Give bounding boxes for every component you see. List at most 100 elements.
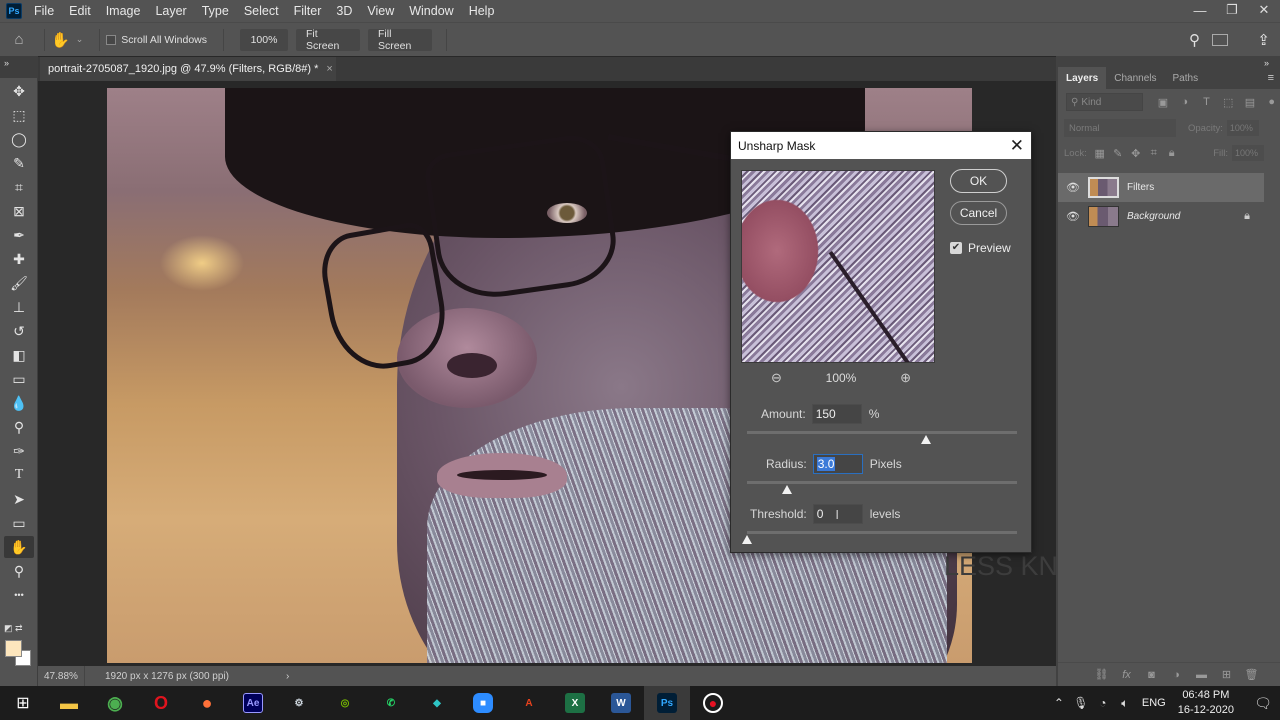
wifi-icon[interactable]: ◔ [1092, 696, 1114, 710]
type-filter-icon[interactable]: T [1198, 96, 1215, 108]
taskbar-after-effects[interactable]: Ae [230, 686, 276, 720]
taskbar-chrome[interactable]: ◉ [92, 686, 138, 720]
tool-more[interactable]: ••• [4, 584, 34, 606]
clock[interactable]: 06:48 PM 16-12-2020 [1178, 688, 1234, 718]
menu-file[interactable]: File [34, 4, 54, 18]
lock-artboard-icon[interactable]: ⌗ [1145, 147, 1163, 160]
hand-tool-preset[interactable]: ✋ ⌄ [51, 31, 83, 49]
fit-screen-button[interactable]: Fit Screen [296, 28, 361, 52]
restore-button[interactable]: ❐ [1216, 0, 1248, 20]
menu-filter[interactable]: Filter [294, 4, 322, 18]
menu-view[interactable]: View [367, 4, 394, 18]
taskbar-photoshop[interactable]: Ps [644, 686, 690, 720]
close-icon[interactable]: ✕ [1010, 136, 1024, 156]
tab-paths[interactable]: Paths [1165, 67, 1207, 89]
workspace-icon[interactable] [1212, 33, 1228, 46]
taskbar-zoom[interactable]: ■ [460, 686, 506, 720]
share-icon[interactable]: ⇪ [1257, 31, 1270, 49]
notifications-icon[interactable]: 🗨︎ [1246, 695, 1280, 712]
kind-filter-select[interactable]: ⚲ Kind [1066, 93, 1143, 111]
threshold-slider-track[interactable] [742, 531, 1017, 544]
foreground-color-swatch[interactable] [5, 640, 22, 657]
menu-help[interactable]: Help [469, 4, 495, 18]
menu-type[interactable]: Type [202, 4, 229, 18]
tool-frame[interactable]: ⊠ [4, 200, 34, 222]
fill-screen-button[interactable]: Fill Screen [368, 28, 433, 52]
tool-eraser[interactable]: ◧ [4, 344, 34, 366]
taskbar-nvidia[interactable]: ◎ [322, 686, 368, 720]
taskbar-app-settings[interactable]: ⚙ [276, 686, 322, 720]
preview-checkbox[interactable]: ✔ Preview [950, 241, 1011, 255]
lock-image-icon[interactable]: ✎ [1109, 147, 1127, 160]
pixel-filter-icon[interactable]: ▣ [1155, 96, 1172, 109]
tab-layers[interactable]: Layers [1058, 67, 1107, 89]
threshold-slider-thumb[interactable] [742, 535, 752, 544]
zoom-out-icon[interactable]: ⊖ [771, 370, 782, 386]
volume-icon[interactable]: 🔈︎ [1114, 696, 1136, 711]
tool-path-selection[interactable]: ➤ [4, 488, 34, 510]
tool-history-brush[interactable]: ↺ [4, 320, 34, 342]
blend-mode-select[interactable]: Normal [1064, 119, 1176, 137]
layer-style-icon[interactable]: fx [1114, 669, 1139, 681]
menu-edit[interactable]: Edit [69, 4, 91, 18]
close-tab-icon[interactable]: × [326, 63, 332, 75]
lock-all-icon[interactable]: 🔒︎ [1163, 147, 1181, 160]
tool-dodge[interactable]: ⚲ [4, 416, 34, 438]
tab-channels[interactable]: Channels [1106, 67, 1164, 89]
delete-layer-icon[interactable]: 🗑︎ [1239, 668, 1264, 681]
menu-select[interactable]: Select [244, 4, 279, 18]
amount-input[interactable]: 150 [811, 404, 862, 424]
taskbar-excel[interactable]: X [552, 686, 598, 720]
show-hidden-icons[interactable]: ⌃ [1048, 696, 1070, 710]
zoom-100-button[interactable]: 100% [240, 28, 289, 51]
add-mask-icon[interactable]: ◙ [1139, 669, 1164, 681]
taskbar-whatsapp[interactable]: ✆ [368, 686, 414, 720]
link-layers-icon[interactable]: ⛓ [1089, 668, 1114, 681]
menu-3d[interactable]: 3D [336, 4, 352, 18]
amount-slider-thumb[interactable] [921, 435, 931, 444]
threshold-input[interactable]: 0 I [812, 504, 863, 524]
lock-position-icon[interactable]: ✥ [1127, 147, 1145, 160]
filter-preview[interactable] [741, 170, 935, 363]
tool-clone-stamp[interactable]: ⊥ [4, 296, 34, 318]
opacity-input[interactable]: 100% [1226, 120, 1259, 136]
menu-image[interactable]: Image [106, 4, 141, 18]
taskbar-filmora[interactable]: ◆ [414, 686, 460, 720]
close-window-button[interactable]: ✕ [1248, 0, 1280, 20]
taskbar-opera[interactable]: O [138, 686, 184, 720]
taskbar-file-explorer[interactable]: ▬ [46, 686, 92, 720]
tool-healing-brush[interactable]: ✚ [4, 248, 34, 270]
tool-quick-select[interactable]: ✎ [4, 152, 34, 174]
visibility-eye-icon[interactable]: 👁︎ [1058, 210, 1088, 223]
tool-lasso[interactable]: ◯ [4, 128, 34, 150]
lock-transparent-icon[interactable]: ▦ [1091, 147, 1109, 160]
amount-slider-track[interactable] [747, 431, 1017, 444]
smart-object-filter-icon[interactable]: ▤ [1242, 96, 1259, 109]
start-button[interactable]: ⊞ [0, 686, 46, 720]
radius-slider-track[interactable] [747, 481, 1017, 494]
tool-marquee[interactable]: ⬚ [4, 104, 34, 126]
tool-zoom[interactable]: ⚲ [4, 560, 34, 582]
swap-colors-icon[interactable]: ◩ ⇄ [4, 623, 34, 637]
radius-slider-thumb[interactable] [782, 485, 793, 494]
new-group-icon[interactable]: ▬ [1189, 669, 1214, 681]
home-icon[interactable]: ⌂ [0, 31, 38, 48]
menu-window[interactable]: Window [409, 4, 453, 18]
filter-toggle-icon[interactable]: ● [1263, 96, 1280, 108]
taskbar-firefox[interactable]: ● [184, 686, 230, 720]
collapse-toolbar-button[interactable]: » [0, 56, 37, 78]
taskbar-recorder[interactable]: ● [690, 686, 736, 720]
ok-button[interactable]: OK [950, 169, 1007, 193]
adjustment-filter-icon[interactable]: ◑ [1176, 96, 1193, 108]
tool-blur[interactable]: 💧 [4, 392, 34, 414]
minimize-button[interactable]: — [1184, 0, 1216, 20]
zoom-in-icon[interactable]: ⊕ [900, 370, 911, 386]
fill-input[interactable]: 100% [1232, 145, 1264, 161]
panel-menu-icon[interactable]: ≡ [1268, 67, 1280, 89]
zoom-level[interactable]: 47.88% [38, 671, 84, 682]
menu-layer[interactable]: Layer [155, 4, 186, 18]
scroll-all-windows-checkbox[interactable]: Scroll All Windows [106, 34, 217, 46]
tool-hand[interactable]: ✋ [4, 536, 34, 558]
new-layer-icon[interactable]: ⊞ [1214, 668, 1239, 681]
tool-rectangle[interactable]: ▭ [4, 512, 34, 534]
